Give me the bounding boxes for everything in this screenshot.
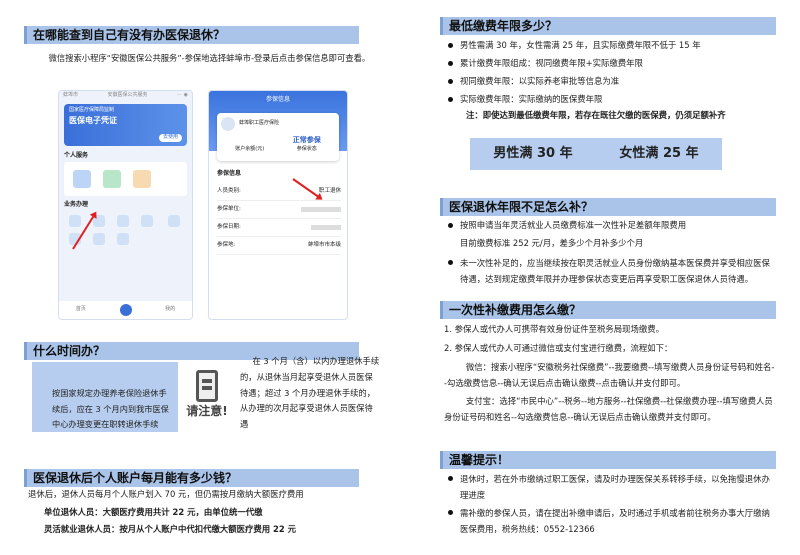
city-label: 蚌埠市 — [63, 92, 79, 98]
section-title-how-pay: 一次性补缴费用怎么缴？ — [440, 301, 776, 319]
section-title-check: 在哪能查到自己有没有办医保退休？ — [24, 26, 359, 44]
tab-me[interactable]: 我的 — [165, 306, 175, 314]
info-row: 参保地: 蚌埠市市本级 — [217, 237, 341, 255]
section-title-tips: 温馨提示！ — [440, 451, 776, 469]
timing-text: 在 3 个月（含）以内办理退休手续的，从退休当月起享受退休人员医保待遇；超过 3… — [240, 356, 380, 429]
account-line-1: 退休后，退休人员每月个人账户划入 70 元，但仍需按月缴纳大额医疗费用 — [28, 489, 304, 499]
grid-icon[interactable] — [141, 214, 153, 227]
insurance-info-icon[interactable] — [73, 170, 91, 189]
app-name: 安徽医保公共服务 — [107, 92, 148, 98]
bullet: 视同缴费年限：以实际养老审批等信息为准 — [446, 75, 776, 88]
years-banner: 男性满 30 年 女性满 25 年 — [470, 138, 722, 170]
code-icon[interactable] — [133, 170, 151, 189]
use-button[interactable]: 去使用 — [158, 134, 182, 142]
section-title-account: 医保退休后个人账户每月能有多少钱？ — [24, 469, 359, 487]
bullet: 需补缴的参保人员，请在提出补缴申请后，及时通过手机或者前往税务办事大厅缴纳医保费… — [446, 506, 776, 538]
center-tab-icon[interactable] — [119, 304, 132, 316]
bullet: 实际缴费年限：实际缴纳的医保费年限 — [446, 93, 776, 106]
tab-home[interactable]: 首页 — [76, 306, 86, 314]
section-title-min-years: 最低缴费年限多少？ — [440, 17, 776, 35]
avatar — [221, 117, 235, 131]
card-subtitle: 国家医疗保障局监制 — [69, 107, 115, 113]
account-line-2: 单位退休人员：大额医疗费用共计 22 元，由单位统一代缴 — [44, 507, 263, 517]
attention-label: 请注意! — [186, 404, 228, 418]
male-years: 男性满 30 年 — [493, 145, 573, 161]
rule-text: 按国家规定办理养老保险退休手续后，应在 3 个月内到我市医保中心办理变更在职转退… — [52, 388, 169, 430]
grid-icon[interactable] — [117, 232, 129, 245]
info-row: 参保单位: — [217, 201, 341, 219]
screenshot-home: 蚌埠市 安徽医保公共服务 ⋯ ◉ 国家医疗保障局监制 医保电子凭证 去使用 个人… — [58, 90, 193, 320]
min-years-note: 注：即使达到最低缴费年限，若存在既往欠缴的医保费，仍须足额补齐 — [466, 110, 726, 120]
balance-label: 账户余额(元) — [235, 145, 265, 152]
grid-icon[interactable] — [167, 214, 180, 227]
attention-icon: 请注意! — [176, 370, 238, 432]
female-years: 女性满 25 年 — [619, 145, 699, 161]
status-value: 正常参保 — [292, 136, 321, 144]
grid-icon[interactable] — [69, 214, 81, 227]
screenshot-insurance-info: 参保信息 蚌埠职工医疗保险 账户余额(元) 正常参保 参保状态 参保信息 人员类别… — [208, 90, 348, 320]
more-icon: ⋯ ◉ — [177, 92, 188, 98]
rule-box: 按国家规定办理养老保险退休手续后，应在 3 个月内到我市医保中心办理变更在职转退… — [32, 362, 178, 432]
status-label: 参保状态 — [296, 145, 317, 152]
bullet: 未一次性补足的，应当继续按在职灵活就业人员身份缴纳基本医保费并享受相应医保待遇，… — [446, 256, 776, 288]
bullet: 退休时，若在外市缴纳过职工医保，请及时办理医保关系转移手续，以免拖慢退休办理进度 — [446, 472, 776, 504]
grid-icon[interactable] — [93, 232, 105, 245]
grid-icon[interactable] — [117, 214, 129, 227]
account-line-3: 灵活就业退休人员：按月从个人账户中代扣代缴大额医疗费用 22 元 — [44, 524, 296, 534]
pay-item-2: 2. 参保人或代办人可通过微信或支付宝进行缴费，流程如下： — [444, 343, 673, 353]
check-instructions: 微信搜索小程序“安徽医保公共服务”-参保地选择蚌埠市-登录后点击参保信息即可查看… — [48, 53, 371, 63]
wechat-steps: 微信：搜索小程序“安徽税务社保缴费”--我要缴费--填写缴费人员身份证号码和姓名… — [444, 362, 775, 388]
info-row: 参保日期: — [217, 219, 341, 237]
info-section-title: 参保信息 — [217, 170, 242, 177]
page-title: 参保信息 — [265, 96, 290, 103]
section-title-make-up: 医保退休年限不足怎么补？ — [440, 198, 776, 216]
alipay-steps: 支付宝：选择“市民中心”--税务--地方服务--社保缴费--社保缴费办理--填写… — [444, 396, 773, 422]
company-name: 蚌埠职工医疗保险 — [239, 120, 280, 127]
make-up-standard: 目前缴费标准 252 元/月，差多少个月补多少个月 — [460, 238, 644, 248]
ehealth-card[interactable]: 国家医疗保障局监制 医保电子凭证 去使用 — [64, 104, 187, 146]
business-label: 业务办理 — [64, 201, 89, 209]
pay-item-1: 1. 参保人或代办人可携带有效身份证件至税务局现场缴费。 — [444, 324, 665, 334]
bullet: 按照申请当年灵活就业人员缴费标准一次性补足差额年限费用 — [446, 219, 776, 232]
bullet: 男性需满 30 年，女性需满 25 年，且实际缴费年限不低于 15 年 — [446, 39, 776, 52]
personal-service-label: 个人服务 — [64, 152, 89, 159]
payment-icon[interactable] — [103, 170, 121, 189]
bullet: 累计缴费年限组成：视同缴费年限+实际缴费年限 — [446, 57, 776, 70]
card-title: 医保电子凭证 — [69, 115, 117, 125]
